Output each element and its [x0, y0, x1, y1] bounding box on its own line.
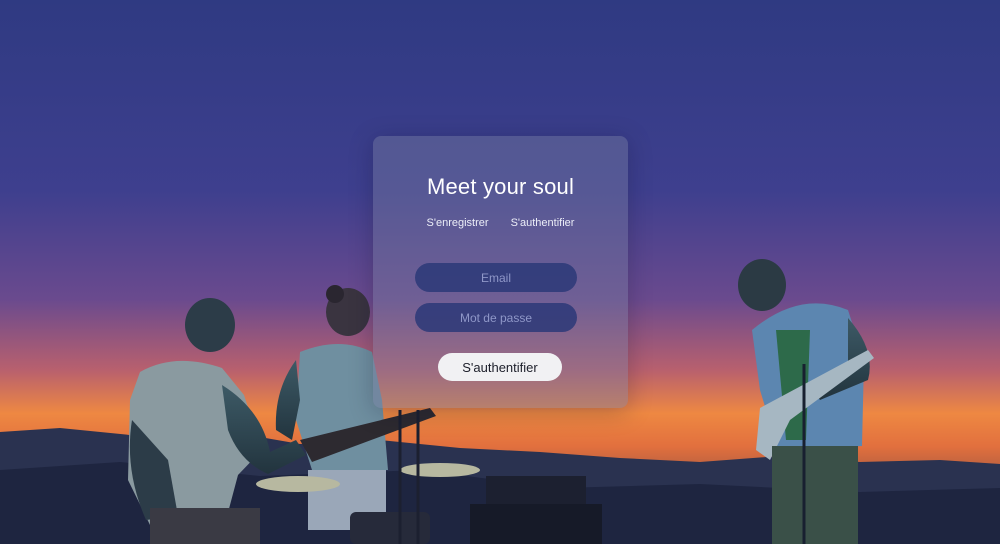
password-field[interactable]: [415, 303, 577, 332]
login-card: Meet your soul S'enregistrer S'authentif…: [373, 136, 628, 408]
card-title: Meet your soul: [426, 174, 575, 199]
submit-button[interactable]: S'authentifier: [438, 353, 562, 381]
tab-login[interactable]: S'authentifier: [511, 217, 575, 229]
amplifier: [470, 476, 602, 544]
tab-register[interactable]: S'enregistrer: [427, 217, 489, 229]
auth-tabs: S'enregistrer S'authentifier: [373, 217, 628, 229]
email-field[interactable]: [415, 263, 577, 292]
